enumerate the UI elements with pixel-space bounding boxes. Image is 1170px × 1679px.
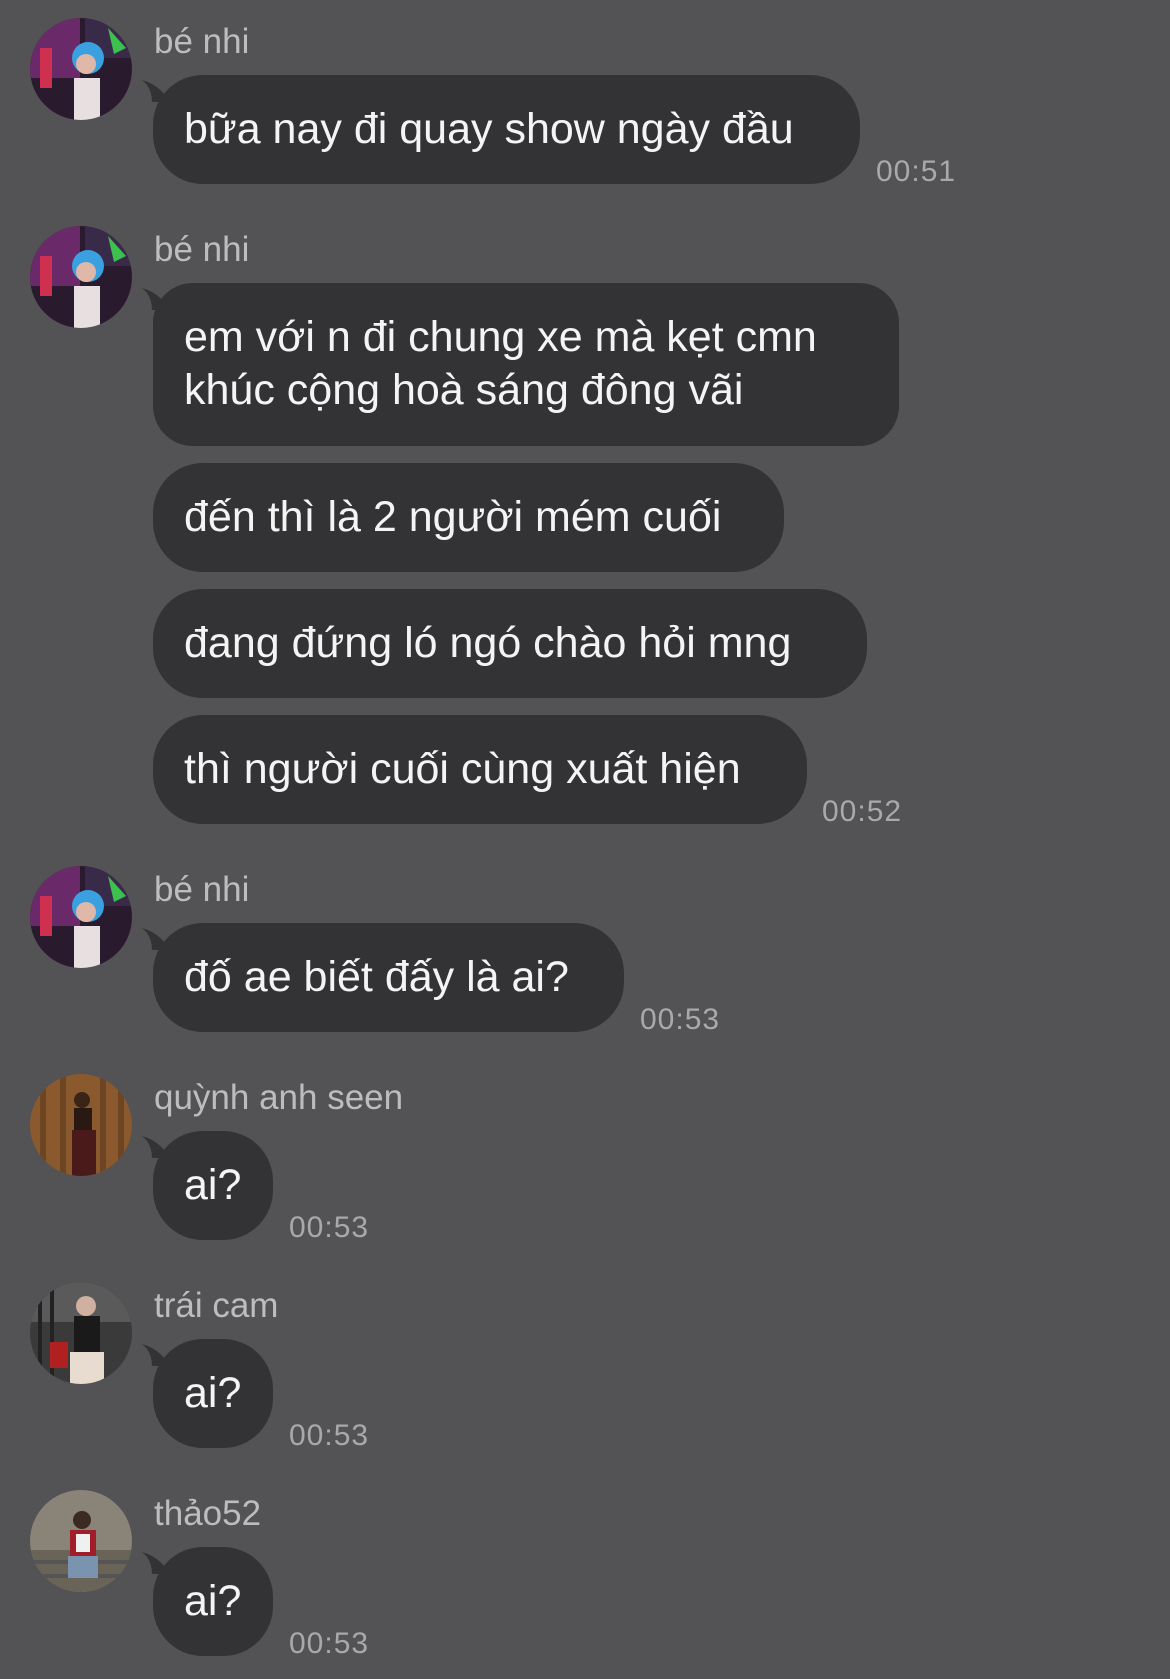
message-timestamp: 00:53 bbox=[289, 1211, 370, 1244]
message-bubble[interactable]: ai? bbox=[153, 1339, 273, 1448]
avatar-thao52-icon[interactable] bbox=[30, 1490, 132, 1592]
message-text: em với n đi chung xe mà kẹt cmn khúc cộn… bbox=[184, 313, 817, 414]
avatar-be-nhi-icon[interactable] bbox=[30, 866, 132, 968]
message-text: ai? bbox=[184, 1161, 242, 1209]
message-text: đến thì là 2 người mém cuối bbox=[184, 493, 722, 541]
message-bubble[interactable]: đến thì là 2 người mém cuối bbox=[153, 463, 784, 572]
message-text: đố ae biết đấy là ai? bbox=[184, 953, 569, 1001]
message-timestamp: 00:51 bbox=[876, 155, 957, 188]
sender-name: thảo52 bbox=[154, 1494, 262, 1533]
avatar-trai-cam-icon[interactable] bbox=[30, 1282, 132, 1384]
message-bubble[interactable]: bữa nay đi quay show ngày đầu bbox=[153, 75, 860, 184]
avatar-quynh-anh-icon[interactable] bbox=[30, 1074, 132, 1176]
sender-name: quỳnh anh seen bbox=[154, 1078, 404, 1117]
message-bubble[interactable]: ai? bbox=[153, 1547, 273, 1656]
message-bubble[interactable]: em với n đi chung xe mà kẹt cmn khúc cộn… bbox=[153, 283, 899, 446]
message-bubble[interactable]: ai? bbox=[153, 1131, 273, 1240]
sender-name: trái cam bbox=[154, 1286, 279, 1325]
message-text: đang đứng ló ngó chào hỏi mng bbox=[184, 619, 792, 667]
message-text: ai? bbox=[184, 1369, 242, 1417]
sender-name: bé nhi bbox=[154, 230, 250, 269]
message-bubble[interactable]: đố ae biết đấy là ai? bbox=[153, 923, 624, 1032]
message-timestamp: 00:52 bbox=[822, 795, 903, 828]
message-bubble[interactable]: thì người cuối cùng xuất hiện bbox=[153, 715, 807, 824]
message-bubble[interactable]: đang đứng ló ngó chào hỏi mng bbox=[153, 589, 867, 698]
sender-name: bé nhi bbox=[154, 870, 250, 909]
message-timestamp: 00:53 bbox=[640, 1003, 721, 1036]
message-timestamp: 00:53 bbox=[289, 1627, 370, 1660]
message-text: thì người cuối cùng xuất hiện bbox=[184, 745, 741, 793]
message-timestamp: 00:53 bbox=[289, 1419, 370, 1452]
avatar-be-nhi-icon[interactable] bbox=[30, 226, 132, 328]
message-text: bữa nay đi quay show ngày đầu bbox=[184, 105, 794, 153]
avatar-be-nhi-icon[interactable] bbox=[30, 18, 132, 120]
message-text: ai? bbox=[184, 1577, 242, 1625]
sender-name: bé nhi bbox=[154, 22, 250, 61]
